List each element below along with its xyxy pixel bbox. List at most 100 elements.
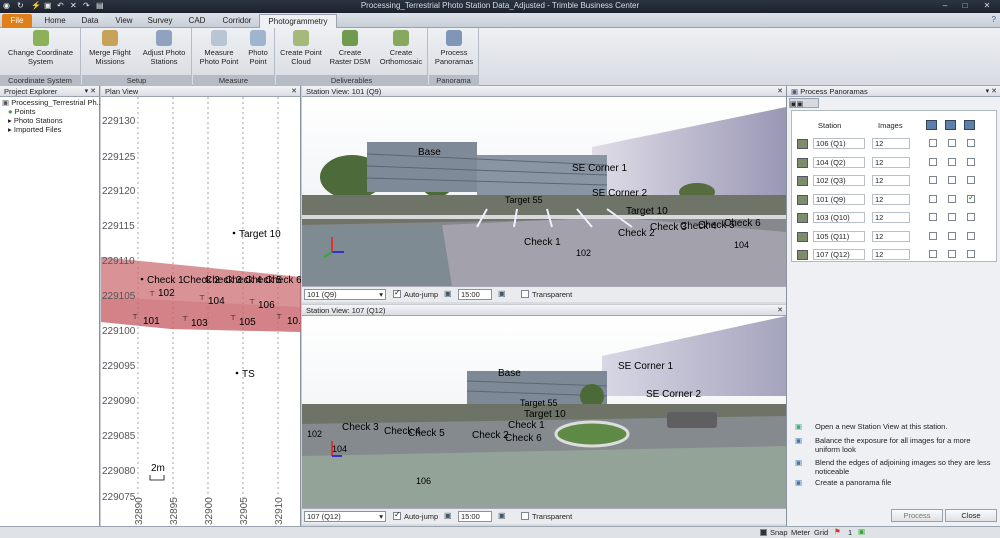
open-station-checkbox[interactable] xyxy=(929,176,937,184)
blend-checkbox[interactable] xyxy=(967,176,975,184)
close-icon[interactable]: ✕ xyxy=(777,86,783,97)
station-thumbnail-icon[interactable] xyxy=(797,157,808,168)
close-icon[interactable]: ✕ xyxy=(291,86,297,97)
expand-icon[interactable]: ▸ xyxy=(8,116,12,125)
close-icon[interactable]: ✕ xyxy=(777,305,783,316)
close-icon[interactable]: ✕ xyxy=(980,1,994,11)
open-station-checkbox[interactable] xyxy=(929,250,937,258)
balance-checkbox[interactable] xyxy=(948,250,956,258)
adjust-photo-stations-button[interactable]: Adjust Photo Stations xyxy=(138,30,190,66)
tree-item-photo-stations[interactable]: ▸ Photo Stations xyxy=(2,116,99,125)
station-row[interactable]: 104 (Q2) 12 xyxy=(795,156,995,169)
station-thumbnail-icon[interactable] xyxy=(797,194,808,205)
station-view-1[interactable]: Station View: 101 (Q9) ✕ Base SE Corner … xyxy=(302,86,786,304)
expand-icon[interactable]: ▸ xyxy=(8,125,12,134)
photo-label: Check 2 xyxy=(472,430,509,441)
point-marker[interactable] xyxy=(235,371,239,375)
create-orthomosaic-button[interactable]: Create Orthomosaic xyxy=(376,30,426,66)
balance-checkbox[interactable] xyxy=(948,213,956,221)
flag-icon[interactable]: ⚑ xyxy=(834,527,841,536)
open-station-checkbox[interactable] xyxy=(929,231,937,240)
blend-checkbox[interactable] xyxy=(967,157,975,166)
station-row[interactable]: 107 (Q12) 12 xyxy=(795,249,995,261)
time-input[interactable]: 15:00 xyxy=(458,511,492,522)
apply-icon[interactable]: ▣ xyxy=(498,511,506,520)
blend-checkbox[interactable] xyxy=(967,231,975,240)
station-row[interactable]: 105 (Q11) 12 xyxy=(795,230,995,243)
balance-exposure-icon[interactable] xyxy=(945,120,956,130)
grid-label[interactable]: Grid xyxy=(814,528,828,537)
open-station-checkbox[interactable] xyxy=(929,139,937,147)
station-thumbnail-icon[interactable] xyxy=(797,231,808,242)
tab-home[interactable]: Home xyxy=(38,14,72,28)
tab-view[interactable]: View xyxy=(108,14,140,28)
station-thumbnail-icon[interactable] xyxy=(797,250,808,260)
measure-photo-point-button[interactable]: Measure Photo Point xyxy=(195,30,243,66)
blend-checkbox[interactable] xyxy=(967,213,975,221)
filter-icon[interactable]: ▣ xyxy=(858,527,865,536)
help-icon[interactable]: ? xyxy=(992,15,996,24)
station-select[interactable]: 101 (Q9) ▾ xyxy=(304,289,386,300)
station-thumbnail-icon[interactable] xyxy=(797,176,808,186)
auto-jump-checkbox[interactable]: ✓ xyxy=(393,510,401,520)
tab-photogrammetry[interactable]: Photogrammetry xyxy=(259,14,337,28)
process-panoramas-button[interactable]: Process Panoramas xyxy=(431,30,477,66)
tree-item-imported-files[interactable]: ▸ Imported Files xyxy=(2,125,99,134)
panel-tab[interactable]: ▣▣ xyxy=(789,98,819,108)
photo-point-button[interactable]: Photo Point xyxy=(243,30,273,66)
blend-checkbox[interactable]: ✓ xyxy=(967,193,975,203)
point-marker[interactable] xyxy=(232,231,236,235)
station-select[interactable]: 107 (Q12) ▾ xyxy=(304,511,386,522)
balance-checkbox[interactable] xyxy=(948,194,956,203)
apply-icon[interactable]: ▣ xyxy=(498,289,506,298)
open-station-checkbox[interactable] xyxy=(929,213,937,221)
blend-checkbox[interactable] xyxy=(967,250,975,258)
tab-survey[interactable]: Survey xyxy=(142,14,178,28)
plan-view[interactable]: Plan View ✕ 229130 229125 229120 229115 … xyxy=(101,86,301,526)
station-thumbnail-icon[interactable] xyxy=(797,213,808,223)
balance-checkbox[interactable] xyxy=(948,157,956,166)
meter-label[interactable]: Meter xyxy=(791,528,810,537)
auto-jump-checkbox[interactable]: ✓ xyxy=(393,288,401,298)
pin-icon[interactable]: ▾ ✕ xyxy=(85,86,96,97)
plan-canvas[interactable]: 229130 229125 229120 229115 229110 22910… xyxy=(101,97,301,526)
station-row[interactable]: 106 (Q1) 12 xyxy=(795,138,995,150)
station-view-2[interactable]: Station View: 107 (Q12) ✕ Base SE Corner… xyxy=(302,305,786,526)
create-point-cloud-button[interactable]: Create Point Cloud xyxy=(278,30,324,66)
tree-item-points[interactable]: ● Points xyxy=(2,107,99,116)
close-button[interactable]: Close xyxy=(945,509,997,522)
station-thumbnail-icon[interactable] xyxy=(797,139,808,149)
station-row[interactable]: 102 (Q3) 12 xyxy=(795,175,995,187)
open-station-checkbox[interactable] xyxy=(929,157,937,166)
blend-checkbox[interactable] xyxy=(967,139,975,147)
tab-data[interactable]: Data xyxy=(74,14,106,28)
tab-file[interactable]: File xyxy=(2,14,32,28)
balance-checkbox[interactable] xyxy=(948,231,956,240)
process-button[interactable]: Process xyxy=(891,509,943,522)
point-marker[interactable] xyxy=(140,277,144,281)
image-count: 12 xyxy=(872,212,910,223)
transparent-checkbox[interactable] xyxy=(521,512,529,520)
balance-checkbox[interactable] xyxy=(948,139,956,147)
panorama-image[interactable]: Base SE Corner 1 SE Corner 2 Target 55 T… xyxy=(302,316,786,508)
chevron-down-icon: ▾ xyxy=(379,290,383,299)
balance-checkbox[interactable] xyxy=(948,176,956,184)
panorama-image[interactable]: Base SE Corner 1 SE Corner 2 Target 55 T… xyxy=(302,97,786,287)
time-input[interactable]: 15:00 xyxy=(458,289,492,300)
maximize-icon[interactable]: □ xyxy=(958,1,972,11)
tab-corridor[interactable]: Corridor xyxy=(216,14,258,28)
snap-toggle[interactable] xyxy=(760,529,767,536)
merge-flight-missions-button[interactable]: Merge Flight Missions xyxy=(84,30,136,66)
transparent-checkbox[interactable] xyxy=(521,290,529,298)
blend-edges-icon[interactable] xyxy=(964,120,975,130)
create-raster-dsm-button[interactable]: Create Raster DSM xyxy=(326,30,374,66)
tab-cad[interactable]: CAD xyxy=(182,14,212,28)
station-row[interactable]: 103 (Q10) 12 xyxy=(795,212,995,224)
pin-icon[interactable]: ▾ ✕ xyxy=(986,86,997,97)
change-coordinate-system-button[interactable]: Change Coordinate System xyxy=(2,30,79,66)
minimize-icon[interactable]: – xyxy=(938,1,952,11)
station-row[interactable]: 101 (Q9) 12 ✓ xyxy=(795,193,995,206)
open-station-checkbox[interactable] xyxy=(929,194,937,203)
tree-item-project[interactable]: ▣ Processing_Terrestrial Ph... xyxy=(2,98,103,107)
open-station-view-icon[interactable] xyxy=(926,120,937,130)
